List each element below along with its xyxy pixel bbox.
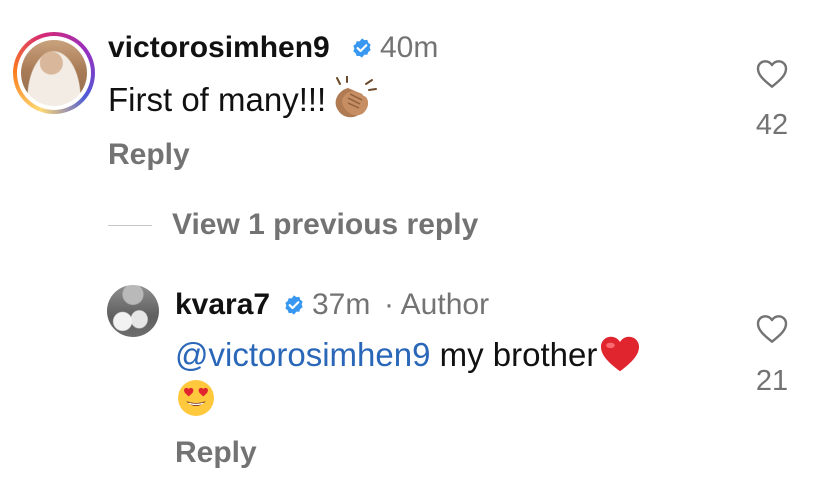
verified-badge-icon: [285, 295, 303, 315]
comment-username[interactable]: victorosimhen9: [108, 30, 330, 66]
avatar: [21, 40, 87, 106]
view-previous-replies-button[interactable]: View 1 previous reply: [108, 207, 478, 243]
avatar[interactable]: [107, 285, 159, 337]
like-heart-icon[interactable]: [756, 314, 788, 344]
comment-body: my brother: [430, 336, 598, 373]
view-replies-label: View 1 previous reply: [172, 208, 479, 241]
reply-button[interactable]: Reply: [175, 435, 257, 471]
verified-badge-icon: [353, 38, 371, 58]
clapping-hands-emoji-icon: [335, 76, 378, 118]
comment-timestamp: 37m: [312, 288, 371, 321]
avatar-story-ring[interactable]: [13, 32, 95, 114]
like-heart-icon[interactable]: [756, 59, 788, 89]
divider-line: [108, 224, 152, 226]
like-count: 42: [755, 109, 789, 141]
mention-link[interactable]: @victorosimhen9: [175, 336, 430, 373]
like-count: 21: [755, 365, 789, 397]
reply-button[interactable]: Reply: [108, 137, 190, 173]
heart-eyes-emoji-icon: [178, 380, 214, 416]
comment-text: First of many!!!: [108, 76, 378, 120]
red-heart-emoji-icon: [601, 337, 640, 372]
comments-thread: victorosimhen9 40m First of many!!! Repl…: [0, 0, 828, 479]
comment-username[interactable]: kvara7: [175, 287, 270, 323]
author-label: · Author: [384, 288, 490, 321]
comment-body: First of many!!!: [108, 81, 327, 118]
comment-timestamp: 40m: [380, 31, 439, 64]
comment-text: @victorosimhen9 my brother: [175, 335, 641, 375]
